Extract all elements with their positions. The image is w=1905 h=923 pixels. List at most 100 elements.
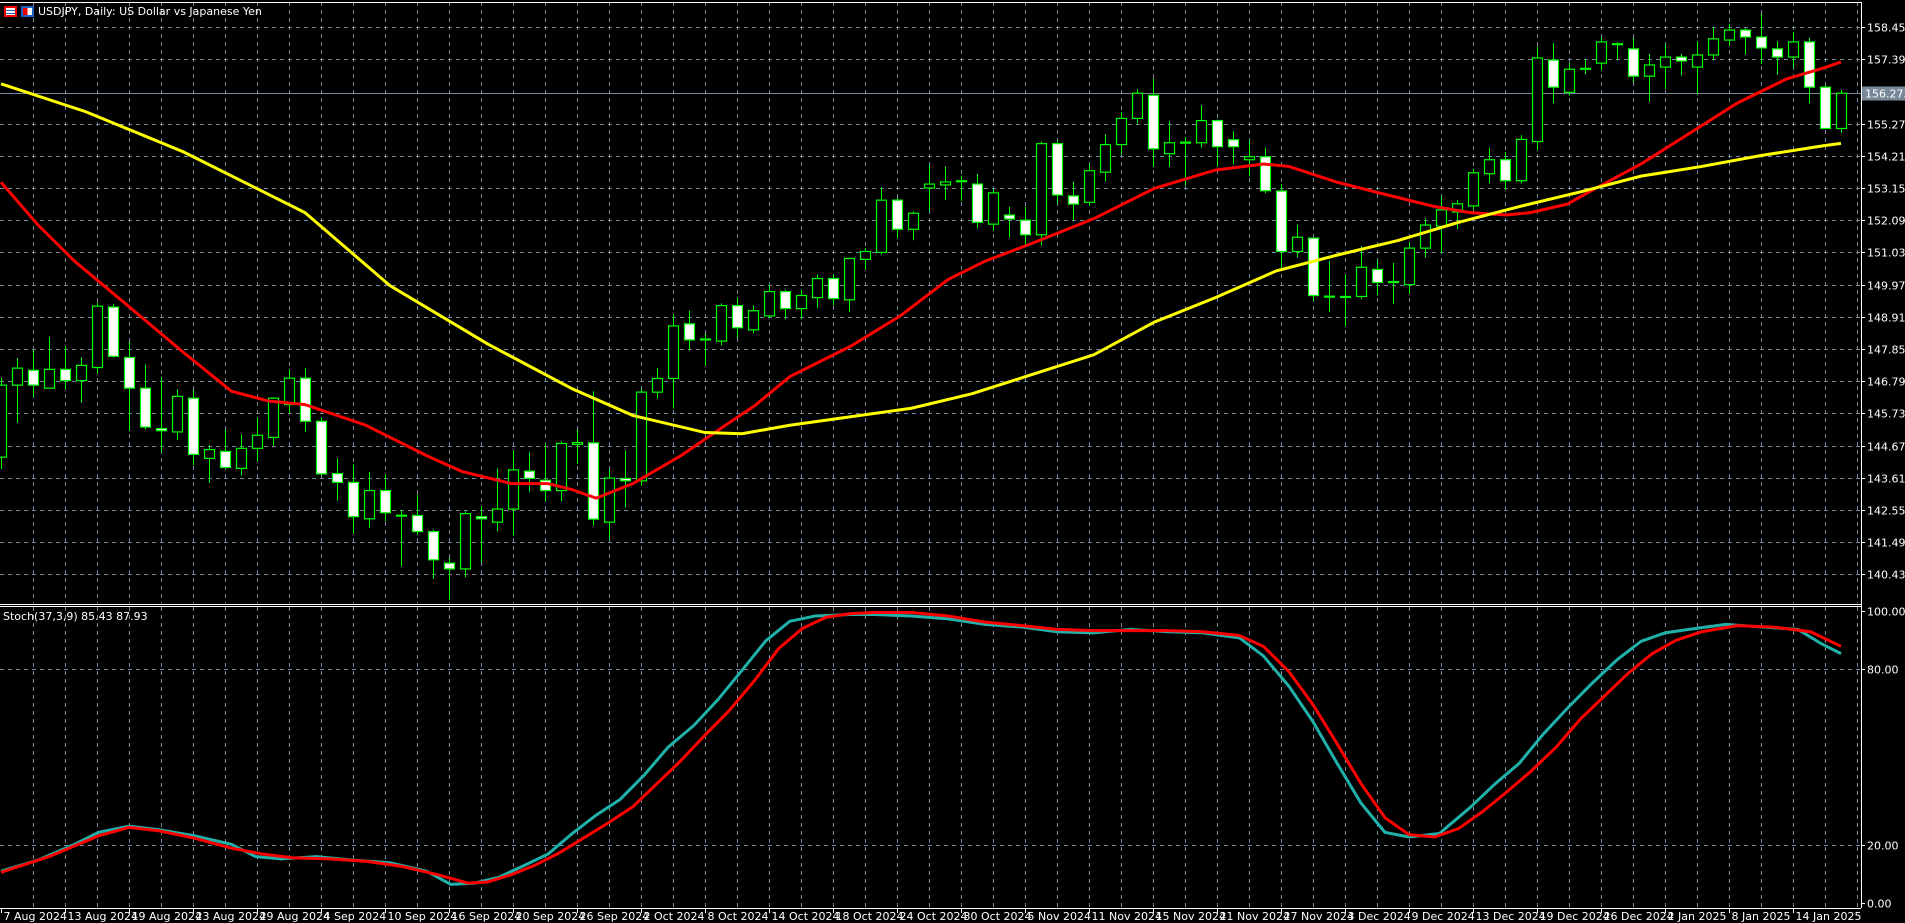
stoch-axis-label: 0.00 [1867,898,1892,911]
candle-body [1739,29,1752,38]
candle-body [379,489,392,514]
candle-body [1163,142,1176,155]
candle-body [859,250,872,260]
candle-body [363,489,376,520]
time-axis-label: 16 Sep 2024 [452,910,522,923]
price-axis-label: 141.490 [1867,537,1905,550]
candle-body [1211,119,1224,148]
candle-body [59,368,72,382]
candle-body [331,472,344,483]
candle-body [139,387,152,428]
candle-body [635,391,648,482]
bull-candle [715,303,728,346]
price-axis-label: 147.850 [1867,344,1905,357]
candle-body [795,294,808,310]
time-axis-label: 11 Nov 2024 [1092,910,1162,923]
bull-candle [0,377,8,469]
candle-body [683,323,696,341]
price-axis-label: 142.550 [1867,505,1905,518]
candle-body [1643,64,1656,77]
time-axis-label: 27 Nov 2024 [1284,910,1354,923]
time-axis-label: 29 Aug 2024 [260,910,330,923]
time-axis-label: 14 Jan 2025 [1796,910,1862,923]
symbol-flag-icon [21,5,34,17]
bear-candle [315,417,328,476]
candle-body [475,516,488,520]
candle-body [1755,36,1768,49]
bull-candle [635,388,648,486]
candle-body [235,447,248,469]
candle-body [1531,57,1544,143]
candle-body [1323,295,1336,298]
price-axis-label: 157.390 [1867,54,1905,67]
candle-body [651,377,664,393]
price-axis-label: 140.430 [1867,569,1905,582]
bull-candle [171,389,184,441]
bull-candle [459,511,472,578]
candle-body [27,369,40,386]
candle-body [987,192,1000,225]
time-axis-label: 8 Oct 2024 [708,910,769,923]
candle-body [779,290,792,310]
candle-body [811,277,824,299]
price-axis-label: 155.270 [1867,119,1905,132]
time-axis-label: 2 Jan 2025 [1668,910,1727,923]
candle-body [283,377,296,406]
candle-body [347,481,360,518]
candle-body [603,477,616,523]
candle-body [843,257,856,301]
candle-body [1355,266,1368,298]
candle-body [1419,224,1432,249]
candle-body [1387,280,1400,284]
time-axis-label: 4 Sep 2024 [324,910,387,923]
stoch-axis-label: 80.00 [1867,664,1899,677]
candle-body [155,427,168,432]
candle-body [1259,156,1272,192]
candle-body [555,442,568,492]
time-axis-label: 20 Sep 2024 [516,910,586,923]
candle-body [891,199,904,230]
candle-body [395,514,408,517]
candle-body [1627,48,1640,77]
candle-body [1835,92,1848,130]
candle-body [1771,48,1784,58]
candle-body [1003,214,1016,220]
candle-body [1707,38,1720,56]
candle-body [1483,159,1496,175]
candle-body [1563,68,1576,93]
candle-body [763,290,776,317]
candle-body [1787,41,1800,58]
price-axis-label: 152.090 [1867,215,1905,228]
candle-body [251,434,264,449]
candle-body [1611,43,1624,46]
candle-body [1467,172,1480,207]
bull-candle [1035,141,1048,246]
candle-body [1019,219,1032,236]
candle-body [1067,195,1080,205]
candle-body [267,397,280,438]
price-chart[interactable]: 158.450 157.390 155.270 154.210 153.150 152.0… [0,0,1905,923]
bull-candle [91,302,104,374]
candle-body [443,562,456,570]
price-axis-label: 148.910 [1867,312,1905,325]
candle-body [1115,117,1128,146]
candle-body [907,212,920,230]
bear-candle [187,390,200,466]
candle-body [187,397,200,456]
candle-body [1195,119,1208,144]
candle-body [1099,143,1112,173]
candle-body [1435,209,1448,227]
price-axis-label: 154.210 [1867,151,1905,164]
candle-body [715,304,728,342]
time-axis-label: 13 Aug 2024 [68,910,138,923]
chart-list-icon[interactable] [4,5,17,17]
candle-body [1579,67,1592,70]
candle-body [203,448,216,459]
candle-body [1547,59,1560,88]
candle-body [971,183,984,223]
time-axis-label: 21 Nov 2024 [1220,910,1290,923]
candle-body [219,450,232,469]
candle-body [1035,143,1048,236]
time-axis-label: 30 Oct 2024 [964,910,1032,923]
chart-header: USDJPY, Daily: US Dollar vs Japanese Yen [4,4,262,18]
